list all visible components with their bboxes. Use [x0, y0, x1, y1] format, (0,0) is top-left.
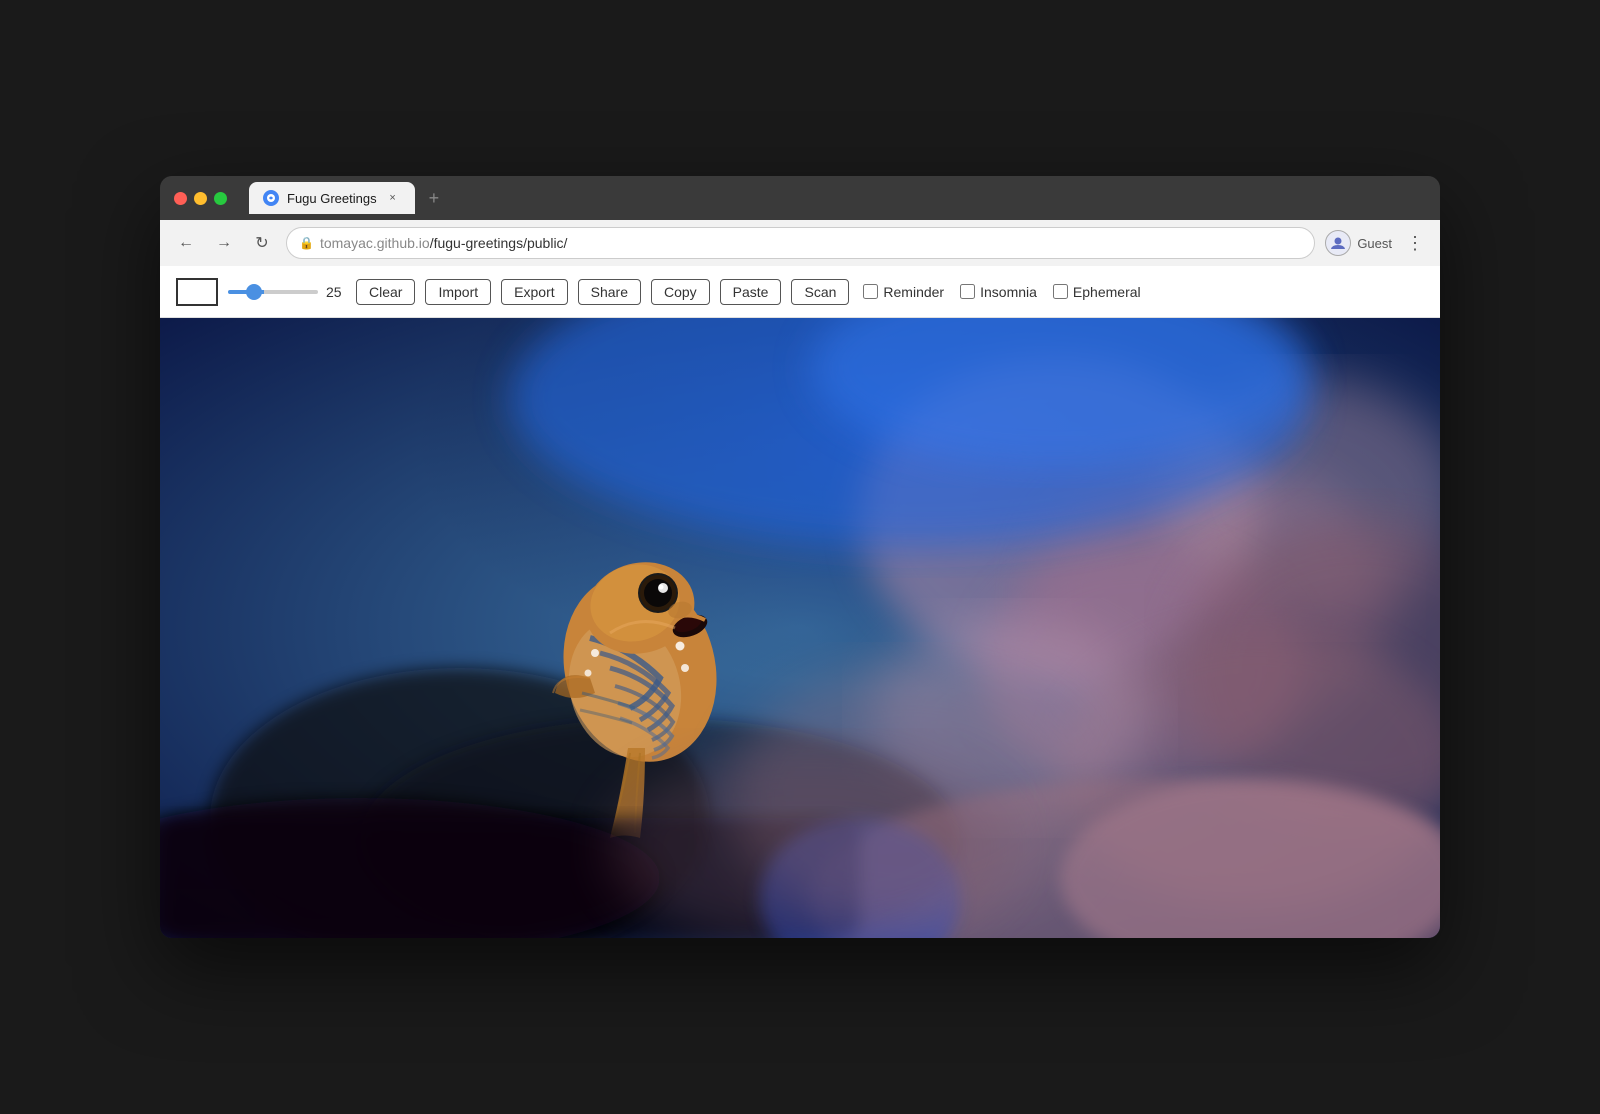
forward-button[interactable]: → — [210, 229, 238, 257]
close-button[interactable] — [174, 192, 187, 205]
maximize-button[interactable] — [214, 192, 227, 205]
lock-icon: 🔒 — [299, 236, 314, 250]
profile-icon — [1325, 230, 1351, 256]
tab-close-button[interactable]: × — [385, 190, 401, 206]
back-button[interactable]: ← — [172, 229, 200, 257]
brush-size-slider[interactable] — [228, 290, 318, 294]
browser-window: Fugu Greetings × + ← → ↻ 🔒 tomayac.githu… — [160, 176, 1440, 938]
new-tab-button[interactable]: + — [421, 184, 448, 213]
export-button[interactable]: Export — [501, 279, 567, 305]
reload-button[interactable]: ↻ — [248, 229, 276, 257]
url-path: /fugu-greetings/public/ — [430, 235, 568, 251]
color-swatch[interactable] — [176, 278, 218, 306]
profile-label: Guest — [1357, 236, 1392, 251]
url-display: tomayac.github.io/fugu-greetings/public/ — [320, 235, 568, 251]
share-button[interactable]: Share — [578, 279, 641, 305]
tab-bar: Fugu Greetings × + — [249, 182, 447, 214]
url-protocol: tomayac.github.io — [320, 235, 430, 251]
reminder-label[interactable]: Reminder — [863, 284, 944, 300]
active-tab[interactable]: Fugu Greetings × — [249, 182, 415, 214]
app-toolbar: 25 Clear Import Export Share Copy Paste … — [160, 266, 1440, 318]
traffic-lights — [174, 192, 227, 205]
tab-favicon — [263, 190, 279, 206]
title-bar: Fugu Greetings × + — [160, 176, 1440, 220]
address-bar[interactable]: 🔒 tomayac.github.io/fugu-greetings/publi… — [286, 227, 1315, 259]
reminder-checkbox[interactable] — [863, 284, 878, 299]
more-options-button[interactable]: ⋮ — [1402, 229, 1428, 258]
slider-container: 25 — [228, 284, 346, 300]
fish-scene — [160, 318, 1440, 938]
profile-button[interactable]: Guest — [1325, 230, 1392, 256]
copy-button[interactable]: Copy — [651, 279, 710, 305]
clear-button[interactable]: Clear — [356, 279, 415, 305]
ephemeral-checkbox[interactable] — [1053, 284, 1068, 299]
paste-button[interactable]: Paste — [720, 279, 782, 305]
tab-title: Fugu Greetings — [287, 191, 377, 206]
slider-value: 25 — [326, 284, 346, 300]
scan-button[interactable]: Scan — [791, 279, 849, 305]
content-area — [160, 318, 1440, 938]
import-button[interactable]: Import — [425, 279, 491, 305]
nav-bar: ← → ↻ 🔒 tomayac.github.io/fugu-greetings… — [160, 220, 1440, 266]
insomnia-checkbox[interactable] — [960, 284, 975, 299]
insomnia-label[interactable]: Insomnia — [960, 284, 1037, 300]
minimize-button[interactable] — [194, 192, 207, 205]
ephemeral-label[interactable]: Ephemeral — [1053, 284, 1141, 300]
checkbox-group: Reminder Insomnia Ephemeral — [863, 284, 1140, 300]
